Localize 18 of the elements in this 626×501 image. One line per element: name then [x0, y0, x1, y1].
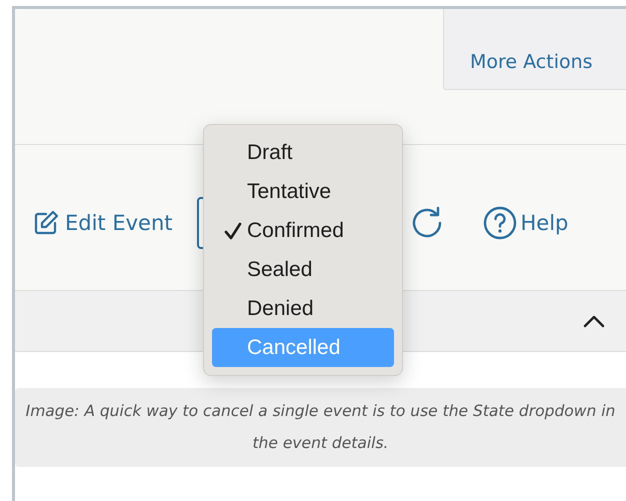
edit-icon: [33, 210, 59, 236]
image-caption: Image: A quick way to cancel a single event is to use the State dropdown in the event details.: [15, 388, 626, 467]
help-icon: [482, 206, 517, 240]
dropdown-option[interactable]: Tentative: [212, 172, 394, 211]
help-link[interactable]: Help: [482, 206, 568, 240]
option-label: Cancelled: [247, 336, 340, 360]
more-actions-tab[interactable]: More Actions: [443, 9, 626, 90]
option-label: Confirmed: [247, 218, 344, 242]
option-label: Draft: [247, 140, 293, 164]
dropdown-option[interactable]: Confirmed: [212, 211, 394, 250]
chevron-up-icon[interactable]: [583, 314, 605, 328]
dropdown-option[interactable]: Sealed: [212, 250, 394, 289]
option-label: Denied: [247, 296, 314, 320]
edit-event-link[interactable]: Edit Event: [33, 210, 173, 236]
option-label: Tentative: [247, 180, 332, 204]
dropdown-option[interactable]: Draft: [212, 133, 394, 172]
option-label: Sealed: [247, 258, 312, 282]
dropdown-option[interactable]: Denied: [212, 289, 394, 328]
